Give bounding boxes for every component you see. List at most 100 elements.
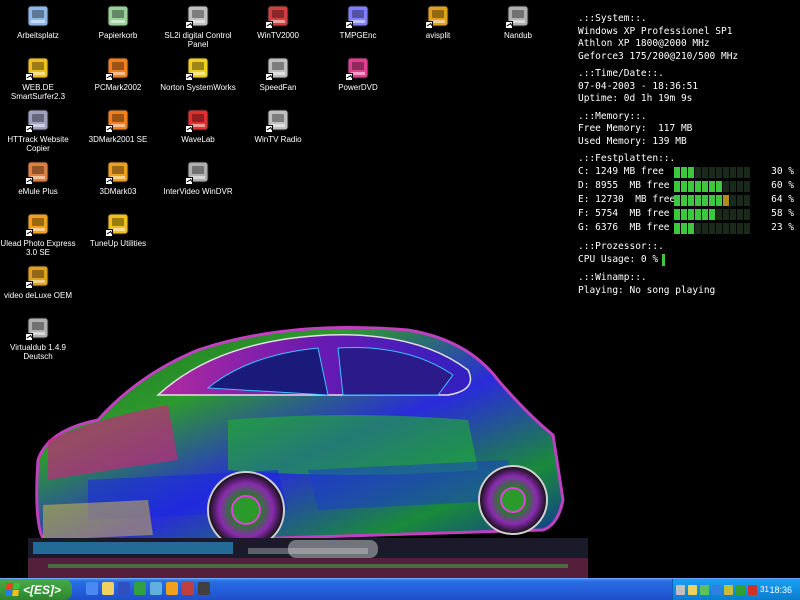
clock[interactable]: 18:36: [769, 585, 792, 595]
drive-label: D: 8955 MB free: [578, 180, 670, 192]
drive-label: F: 5754 MB free: [578, 208, 670, 220]
desktop-icon[interactable]: Ulead Photo Express 3.0 SE: [0, 210, 78, 257]
virtualdub-icon: [25, 315, 51, 341]
desktop-icon[interactable]: WaveLab: [158, 106, 238, 144]
windows-logo-icon: [5, 583, 20, 596]
drive-row: F: 5754 MB free 58 %: [578, 208, 800, 222]
desktop-icon-label: WinTV2000: [257, 31, 299, 40]
paint-icon[interactable]: [150, 582, 162, 595]
shortcut-arrow-icon: [105, 125, 113, 133]
tray-speaker-icon[interactable]: [700, 584, 709, 595]
desktop-icon[interactable]: Virtualdub 1.4.9 Deutsch: [0, 314, 78, 361]
avisplit-icon: [425, 3, 451, 29]
desktop-icon-label: Nandub: [503, 31, 533, 40]
desktop-icon[interactable]: TMPGEnc: [318, 2, 398, 40]
drive-usage-bar: [674, 209, 750, 220]
desktop-icon-label: PowerDVD: [338, 83, 378, 92]
drive-percent: 58 %: [771, 208, 794, 220]
system-info-monitor: .::System::. Windows XP Professionel SP1…: [578, 13, 800, 297]
wavelab-icon: [185, 107, 211, 133]
tray-globe-icon[interactable]: [712, 584, 721, 595]
desktop-icon[interactable]: HTTrack Website Copier: [0, 106, 78, 153]
tray-security-icon[interactable]: [748, 584, 757, 595]
desktop-icon[interactable]: avisplit: [398, 2, 478, 40]
desktop-icon[interactable]: WEB.DE SmartSurfer2.3: [0, 54, 78, 101]
tray-network-icon[interactable]: [688, 584, 697, 595]
video-deluxe-icon: [25, 263, 51, 289]
drive-usage-bar: [674, 223, 750, 234]
cpu-usage-row: CPU Usage: 0 %: [578, 253, 800, 267]
control-panel-icon: [185, 3, 211, 29]
drive-percent: 64 %: [771, 194, 794, 206]
drive-row: G: 6376 MB free 23 %: [578, 222, 800, 236]
desktop-icon-label: SL2i digital Control Panel: [164, 31, 232, 49]
app-icon[interactable]: [182, 582, 194, 595]
os-info: Windows XP Professionel SP1: [578, 25, 733, 37]
shortcut-arrow-icon: [25, 125, 33, 133]
word-icon[interactable]: [118, 582, 130, 595]
desktop-icon[interactable]: PCMark2002: [78, 54, 158, 92]
drive-percent: 60 %: [771, 180, 794, 192]
drive-percent: 30 %: [771, 166, 794, 178]
desktop-icon-label: 3DMark2001 SE: [88, 135, 148, 144]
drive-label: G: 6376 MB free: [578, 222, 670, 234]
tray-monitor-icon[interactable]: [676, 584, 685, 595]
desktop-icon-label: WaveLab: [181, 135, 215, 144]
cpu-usage-bar: [662, 254, 666, 266]
desktop[interactable]: Arbeitsplatz Papierkorb SL2i digital Contr…: [0, 0, 800, 578]
desktop-icon[interactable]: Norton SystemWorks: [158, 54, 238, 92]
desktop-icon[interactable]: 3DMark2001 SE: [78, 106, 158, 144]
folder-icon[interactable]: [102, 582, 114, 595]
desktop-icon-label: Arbeitsplatz: [17, 31, 59, 40]
powerdvd-icon: [345, 55, 371, 81]
ulead-icon: [25, 211, 51, 237]
desktop-icon[interactable]: SL2i digital Control Panel: [158, 2, 238, 49]
desktop-icon[interactable]: WinTV Radio: [238, 106, 318, 144]
free-memory: Free Memory: 117 MB: [578, 123, 693, 134]
desktop-icon[interactable]: Arbeitsplatz: [0, 2, 78, 40]
desktop-icon-label: Virtualdub 1.4.9 Deutsch: [10, 343, 66, 361]
excel-icon[interactable]: [134, 582, 146, 595]
desktop-icon[interactable]: SpeedFan: [238, 54, 318, 92]
wallpaper-car-image: [28, 326, 588, 578]
tray-app-icon[interactable]: [724, 584, 733, 595]
terminal-icon[interactable]: [198, 582, 210, 595]
shortcut-arrow-icon: [505, 21, 513, 29]
taskbar: <[ES]> 31 18:36: [0, 578, 800, 600]
norton-icon: [185, 55, 211, 81]
desktop-icon-label: avisplit: [425, 31, 451, 40]
shortcut-arrow-icon: [25, 333, 33, 341]
shortcut-arrow-icon: [265, 125, 273, 133]
winamp-header: .::Winamp::.: [578, 272, 647, 283]
shortcut-arrow-icon: [25, 73, 33, 81]
tray-label: 31: [760, 585, 769, 594]
drive-row: D: 8955 MB free 60 %: [578, 180, 800, 194]
desktop-icon[interactable]: InterVideo WinDVR: [158, 158, 238, 196]
system-tray: 31 18:36: [672, 579, 800, 600]
shortcut-arrow-icon: [185, 73, 193, 81]
gpu-info: Geforce3 175/200@210/500 MHz: [578, 50, 739, 62]
desktop-icon-label: WinTV Radio: [254, 135, 302, 144]
shortcut-arrow-icon: [105, 229, 113, 237]
desktop-icon-label: TMPGEnc: [339, 31, 377, 40]
media-icon[interactable]: [166, 582, 178, 595]
shortcut-arrow-icon: [105, 73, 113, 81]
shortcut-arrow-icon: [105, 177, 113, 185]
3dmark2001-icon: [105, 107, 131, 133]
desktop-icon[interactable]: WinTV2000: [238, 2, 318, 40]
desktop-icon-label: Norton SystemWorks: [160, 83, 236, 92]
desktop-icon[interactable]: video deLuxe OEM: [0, 262, 78, 300]
datetime: 07-04-2003 - 18:36:51: [578, 80, 699, 92]
desktop-icon[interactable]: 3DMark03: [78, 158, 158, 196]
desktop-icon[interactable]: PowerDVD: [318, 54, 398, 92]
cpu-usage: CPU Usage: 0 %: [578, 253, 659, 265]
desktop-icon[interactable]: TuneUp Utilities: [78, 210, 158, 248]
cpu-info: Athlon XP 1800@2000 MHz: [578, 38, 710, 49]
tray-nvidia-icon[interactable]: [736, 584, 745, 595]
desktop-icon[interactable]: eMule Plus: [0, 158, 78, 196]
start-button[interactable]: <[ES]>: [0, 579, 72, 600]
desktop-icon[interactable]: Papierkorb: [78, 2, 158, 40]
ie-icon[interactable]: [86, 582, 98, 595]
desktop-icon[interactable]: Nandub: [478, 2, 558, 40]
desktop-icon-label: SpeedFan: [259, 83, 297, 92]
